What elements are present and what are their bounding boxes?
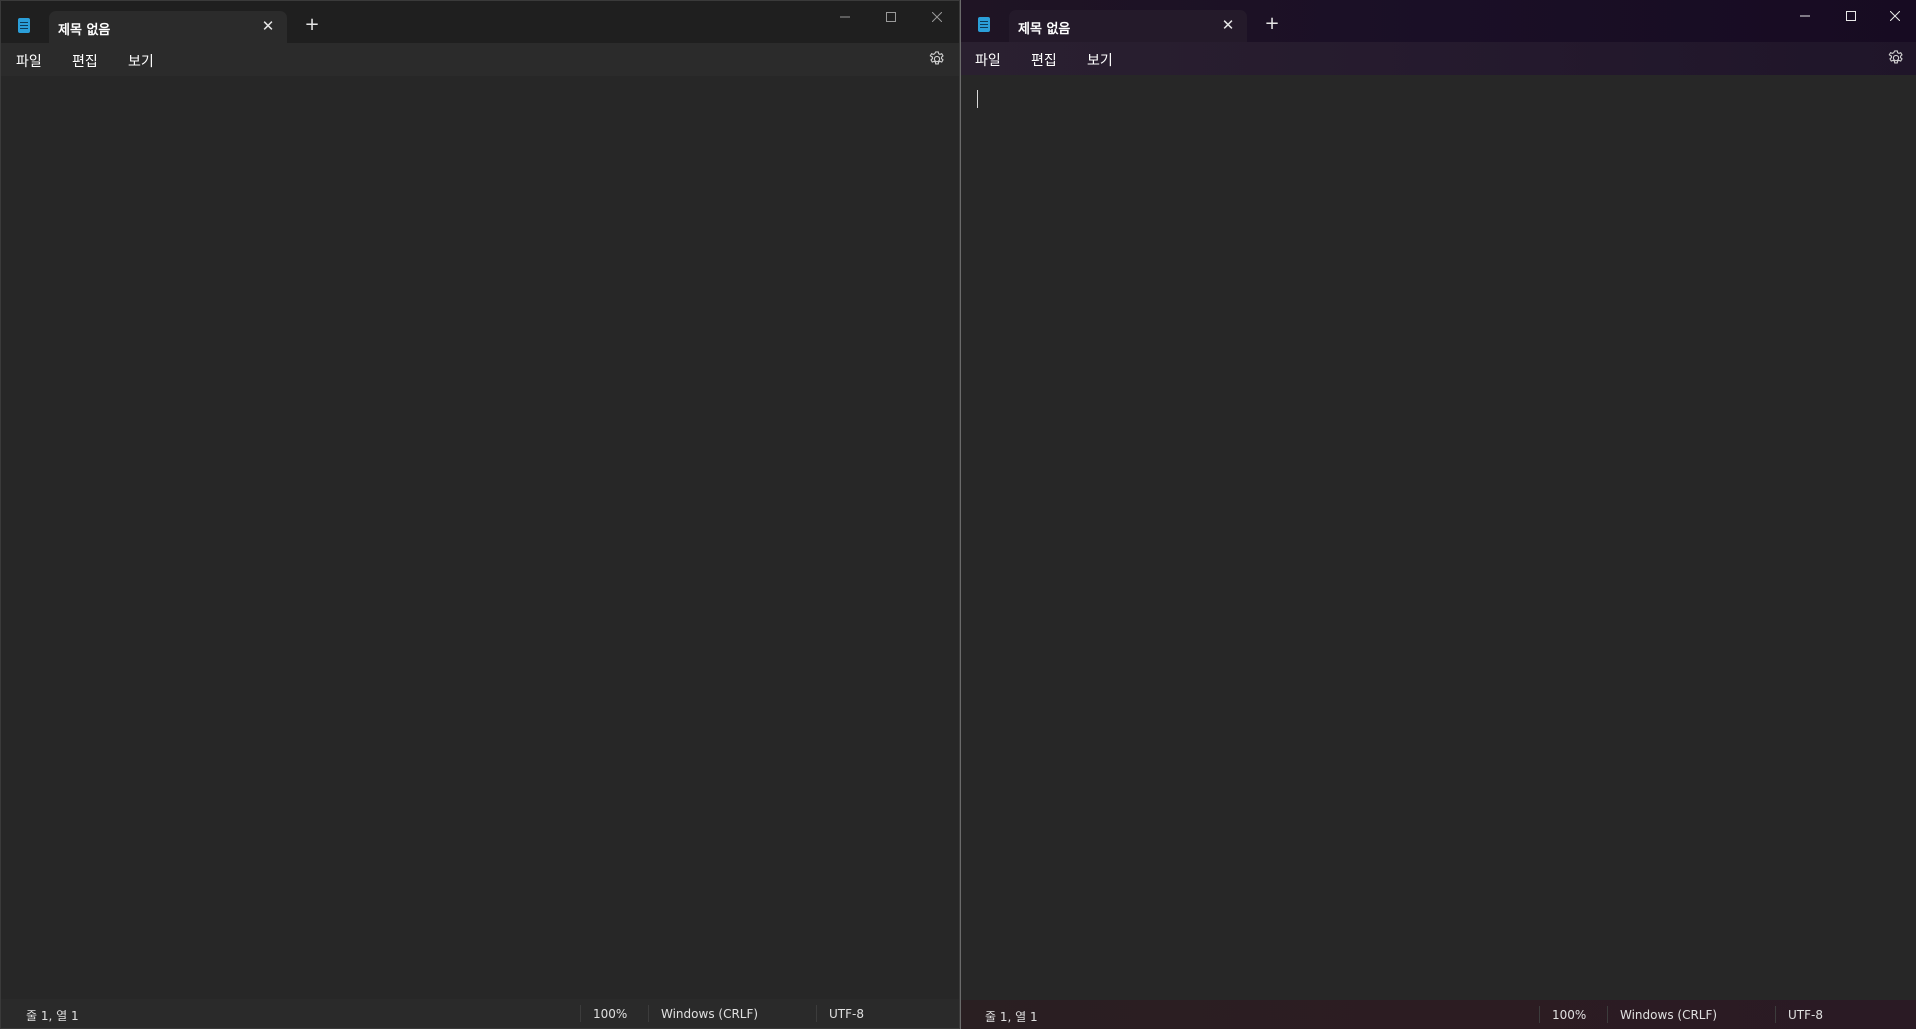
notepad-icon: [18, 18, 30, 33]
notepad-window-left: 제목 없음 ✕ + 파일 편집 보기 줄 1, 열 1 100% Windows…: [0, 0, 960, 1029]
zoom-level[interactable]: 100%: [1552, 1008, 1586, 1022]
menu-view[interactable]: 보기: [1087, 50, 1113, 70]
menu-file[interactable]: 파일: [16, 51, 42, 71]
maximize-icon: [886, 12, 896, 22]
text-editor[interactable]: [1, 76, 959, 999]
document-tab[interactable]: 제목 없음 ✕: [49, 11, 287, 43]
maximize-button[interactable]: [1829, 2, 1873, 30]
minimize-button[interactable]: [823, 3, 867, 31]
minimize-icon: [1800, 15, 1810, 17]
menu-view[interactable]: 보기: [128, 51, 154, 71]
status-bar: 줄 1, 열 1 100% Windows (CRLF) UTF-8: [1, 999, 959, 1028]
status-bar: 줄 1, 열 1 100% Windows (CRLF) UTF-8: [961, 1000, 1916, 1029]
desktop: 제목 없음 ✕ + 파일 편집 보기 줄 1, 열 1 100% Windows…: [0, 0, 1916, 1029]
divider: [1539, 1006, 1540, 1023]
close-icon: [1890, 11, 1900, 21]
close-window-button[interactable]: [1873, 2, 1916, 30]
encoding[interactable]: UTF-8: [829, 1007, 864, 1021]
minimize-button[interactable]: [1783, 2, 1827, 30]
menu-edit[interactable]: 편집: [72, 51, 98, 71]
minimize-icon: [840, 16, 850, 18]
maximize-icon: [1846, 11, 1856, 21]
settings-button[interactable]: [928, 50, 946, 68]
maximize-button[interactable]: [869, 3, 913, 31]
divider: [1607, 1006, 1608, 1023]
title-bar[interactable]: 제목 없음 ✕ +: [1, 1, 959, 43]
menu-file[interactable]: 파일: [975, 50, 1001, 70]
title-bar[interactable]: 제목 없음 ✕ +: [961, 0, 1916, 42]
plus-icon[interactable]: +: [303, 16, 321, 34]
text-caret: [977, 90, 978, 108]
plus-icon[interactable]: +: [1263, 15, 1281, 33]
tab-title: 제목 없음: [1018, 22, 1071, 37]
menu-bar: 파일 편집 보기: [1, 43, 959, 76]
close-icon: [932, 12, 942, 22]
line-ending[interactable]: Windows (CRLF): [661, 1007, 758, 1021]
close-window-button[interactable]: [915, 3, 959, 31]
gear-icon: [929, 51, 944, 65]
notepad-window-right: 제목 없음 ✕ + 파일 편집 보기 줄 1, 열 1 100% Windows…: [960, 0, 1916, 1029]
close-icon[interactable]: ✕: [259, 17, 277, 35]
line-ending[interactable]: Windows (CRLF): [1620, 1008, 1717, 1022]
encoding[interactable]: UTF-8: [1788, 1008, 1823, 1022]
divider: [816, 1005, 817, 1022]
tab-title: 제목 없음: [58, 23, 111, 38]
text-editor[interactable]: [961, 75, 1916, 1000]
gear-icon: [1888, 50, 1903, 64]
zoom-level[interactable]: 100%: [593, 1007, 627, 1021]
menu-edit[interactable]: 편집: [1031, 50, 1057, 70]
menu-bar: 파일 편집 보기: [961, 42, 1916, 75]
notepad-icon: [978, 17, 990, 32]
cursor-position: 줄 1, 열 1: [26, 1009, 79, 1023]
cursor-position: 줄 1, 열 1: [985, 1010, 1038, 1024]
settings-button[interactable]: [1887, 49, 1905, 67]
divider: [580, 1005, 581, 1022]
document-tab[interactable]: 제목 없음 ✕: [1009, 10, 1247, 42]
close-icon[interactable]: ✕: [1219, 16, 1237, 34]
divider: [1775, 1006, 1776, 1023]
divider: [648, 1005, 649, 1022]
